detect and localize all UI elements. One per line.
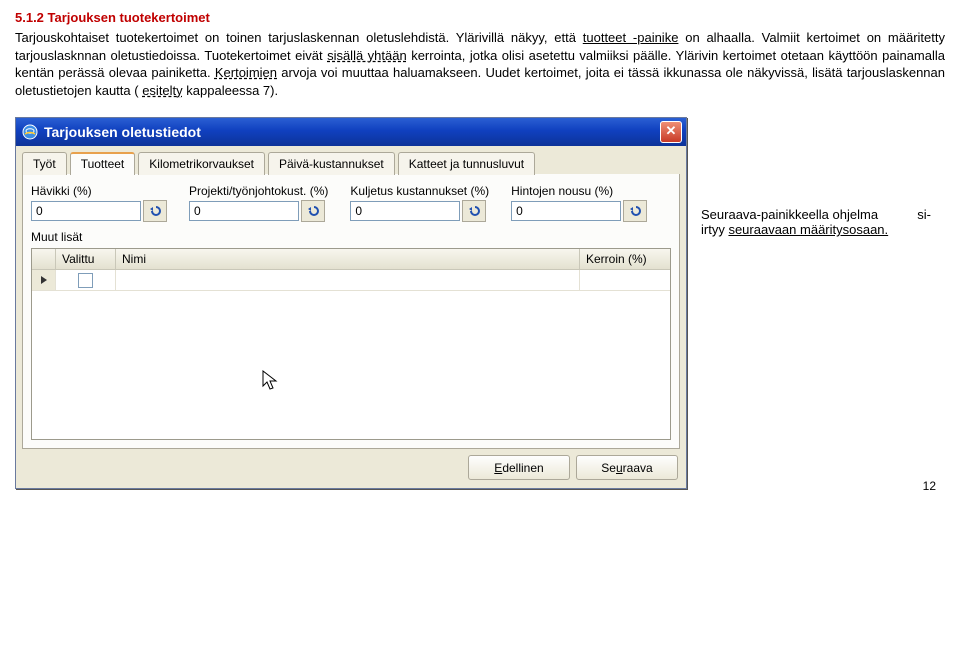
undo-icon (148, 204, 162, 218)
table-row[interactable] (32, 270, 670, 291)
cursor-icon (262, 370, 280, 392)
tab-kilometri[interactable]: Kilometrikorvaukset (138, 152, 265, 175)
havikki-reset-button[interactable] (143, 200, 167, 222)
grid-header: Valittu Nimi Kerroin (%) (32, 249, 670, 270)
tab-tyot[interactable]: Työt (22, 152, 67, 175)
kuljetus-label: Kuljetus kustannukset (%) (350, 184, 489, 198)
havikki-label: Hävikki (%) (31, 184, 167, 198)
previous-button[interactable]: Edellinen (468, 455, 570, 480)
section-heading: 5.1.2 Tarjouksen tuotekertoimet (15, 10, 945, 25)
para-link: tuotteet -painike (583, 30, 679, 45)
col-kerroin[interactable]: Kerroin (%) (580, 249, 670, 269)
page-number: 12 (923, 479, 936, 493)
body-paragraph: Tarjouskohtaiset tuotekertoimet on toine… (15, 29, 945, 99)
side-note: Seuraava-painikkeella ohjelma si- irtyy … (701, 207, 931, 237)
col-valittu[interactable]: Valittu (56, 249, 116, 269)
hintojen-reset-button[interactable] (623, 200, 647, 222)
kuljetus-reset-button[interactable] (462, 200, 486, 222)
btn-post: dellinen (502, 461, 543, 475)
tab-panel: Hävikki (%) Projekti/työnjohtokust. (%) (22, 174, 680, 449)
projekti-input[interactable] (189, 201, 299, 221)
btn-post: raava (623, 461, 653, 475)
tab-label: Työt (33, 157, 56, 171)
close-button[interactable]: ✕ (660, 121, 682, 143)
tab-label: Päivä-kustannukset (279, 157, 384, 171)
row-marker (32, 270, 56, 290)
tabs: Työt Tuotteet Kilometrikorvaukset Päivä-… (16, 146, 686, 174)
tab-tuotteet[interactable]: Tuotteet (70, 152, 136, 175)
tab-katteet[interactable]: Katteet ja tunnusluvut (398, 152, 535, 175)
btn-mnemonic: u (616, 461, 623, 475)
grid-corner (32, 249, 56, 269)
undo-icon (467, 204, 481, 218)
sidenote-text: si- (917, 207, 931, 222)
tab-label: Kilometrikorvaukset (149, 157, 254, 171)
current-row-icon (40, 275, 48, 285)
cell-valittu[interactable] (56, 270, 116, 290)
tab-label: Tuotteet (81, 157, 125, 171)
havikki-input[interactable] (31, 201, 141, 221)
tab-label: Katteet ja tunnusluvut (409, 157, 524, 171)
undo-icon (306, 204, 320, 218)
btn-mnemonic: E (494, 461, 502, 475)
cell-kerroin[interactable] (580, 270, 670, 290)
title-bar[interactable]: Tarjouksen oletustiedot ✕ (16, 118, 686, 146)
dialog-buttons: Edellinen Seuraava (16, 449, 686, 488)
hintojen-input[interactable] (511, 201, 621, 221)
checkbox[interactable] (78, 273, 93, 288)
cell-nimi[interactable] (116, 270, 580, 290)
undo-icon (628, 204, 642, 218)
dialog-window: Tarjouksen oletustiedot ✕ Työt Tuotteet … (15, 117, 687, 489)
app-icon (22, 124, 38, 140)
col-nimi[interactable]: Nimi (116, 249, 580, 269)
para-text: Tarjouskohtaiset tuotekertoimet on toine… (15, 30, 583, 45)
para-dash: Kertoimien (215, 65, 277, 80)
para-text: kappaleessa 7). (186, 83, 278, 98)
btn-pre: Se (601, 461, 616, 475)
tab-paiva[interactable]: Päivä-kustannukset (268, 152, 395, 175)
next-button[interactable]: Seuraava (576, 455, 678, 480)
sidenote-text: Seuraava-painikkeella ohjelma (701, 207, 878, 222)
para-dash: sisällä yhtään (327, 48, 407, 63)
extras-grid[interactable]: Valittu Nimi Kerroin (%) (31, 248, 671, 440)
muut-lisat-label: Muut lisät (31, 230, 671, 244)
sidenote-text: irtyy (701, 222, 728, 237)
close-icon: ✕ (666, 123, 677, 138)
window-title: Tarjouksen oletustiedot (44, 124, 201, 140)
sidenote-link: seuraavaan määritysosaan. (728, 222, 888, 237)
hintojen-label: Hintojen nousu (%) (511, 184, 647, 198)
projekti-label: Projekti/työnjohtokust. (%) (189, 184, 328, 198)
grid-body[interactable] (32, 270, 670, 439)
para-dash: esitelty (142, 83, 182, 98)
kuljetus-input[interactable] (350, 201, 460, 221)
projekti-reset-button[interactable] (301, 200, 325, 222)
